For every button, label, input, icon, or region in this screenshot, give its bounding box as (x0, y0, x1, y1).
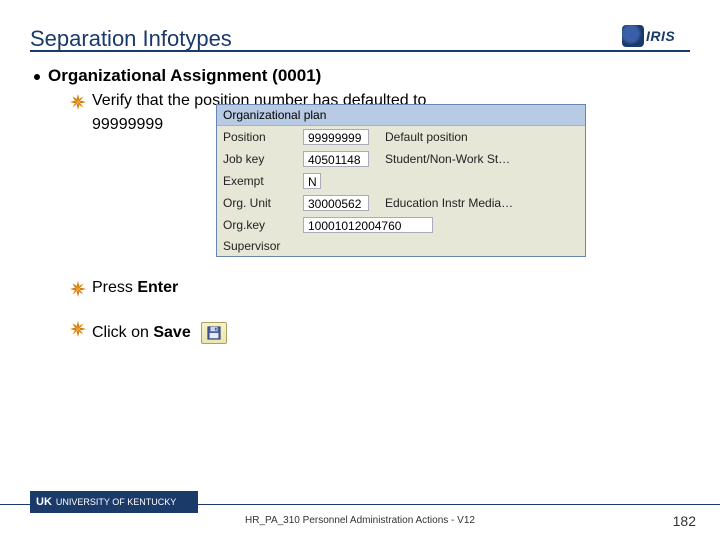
label-orgunit: Org. Unit (223, 196, 295, 210)
panel-header: Organizational plan (217, 105, 585, 126)
floppy-disk-icon (207, 326, 221, 340)
field-exempt[interactable]: N (303, 173, 321, 189)
press-text: Press (92, 279, 137, 296)
bullet-click-save: Click on Save (70, 319, 686, 342)
save-button[interactable] (201, 322, 227, 344)
row-exempt: Exempt N (217, 170, 585, 192)
disc-bullet-icon (34, 74, 40, 80)
row-orgkey: Org.key 10001012004760 (217, 214, 585, 236)
save-label: Save (153, 324, 190, 341)
level1-text: Organizational Assignment (0001) (48, 66, 321, 86)
iris-logo: IRIS (622, 18, 690, 54)
iris-logo-icon (622, 25, 644, 47)
bullet-press-enter: Press Enter (70, 279, 686, 297)
row-position: Position 99999999 Default position (217, 126, 585, 148)
uk-mark: UK (36, 496, 52, 508)
bullet-verify-value: 99999999 (92, 116, 163, 134)
desc-jobkey: Student/Non-Work St… (385, 152, 510, 166)
field-position[interactable]: 99999999 (303, 129, 369, 145)
starburst-icon (70, 281, 86, 297)
uk-logo-bar: UK UNIVERSITY OF KENTUCKY (30, 491, 198, 513)
title-underline (30, 50, 690, 52)
row-jobkey: Job key 40501148 Student/Non-Work St… (217, 148, 585, 170)
bullet-level1: Organizational Assignment (0001) (34, 66, 686, 86)
org-plan-panel: Organizational plan Position 99999999 De… (216, 104, 586, 257)
enter-key-label: Enter (137, 279, 178, 296)
field-jobkey[interactable]: 40501148 (303, 151, 369, 167)
click-text: Click on (92, 324, 153, 341)
slide-footer: UK UNIVERSITY OF KENTUCKY HR_PA_310 Pers… (0, 504, 720, 526)
page-number: 182 (673, 513, 696, 529)
label-jobkey: Job key (223, 152, 295, 166)
label-exempt: Exempt (223, 174, 295, 188)
iris-logo-text: IRIS (646, 28, 675, 44)
label-orgkey: Org.key (223, 218, 295, 232)
starburst-icon (70, 321, 86, 337)
field-orgunit[interactable]: 30000562 (303, 195, 369, 211)
label-supervisor: Supervisor (223, 239, 295, 253)
label-position: Position (223, 130, 295, 144)
desc-position: Default position (385, 130, 468, 144)
row-orgunit: Org. Unit 30000562 Education Instr Media… (217, 192, 585, 214)
row-supervisor: Supervisor (217, 236, 585, 256)
uk-text: UNIVERSITY OF KENTUCKY (56, 497, 176, 507)
starburst-icon (70, 94, 86, 110)
desc-orgunit: Education Instr Media… (385, 196, 513, 210)
field-orgkey[interactable]: 10001012004760 (303, 217, 433, 233)
